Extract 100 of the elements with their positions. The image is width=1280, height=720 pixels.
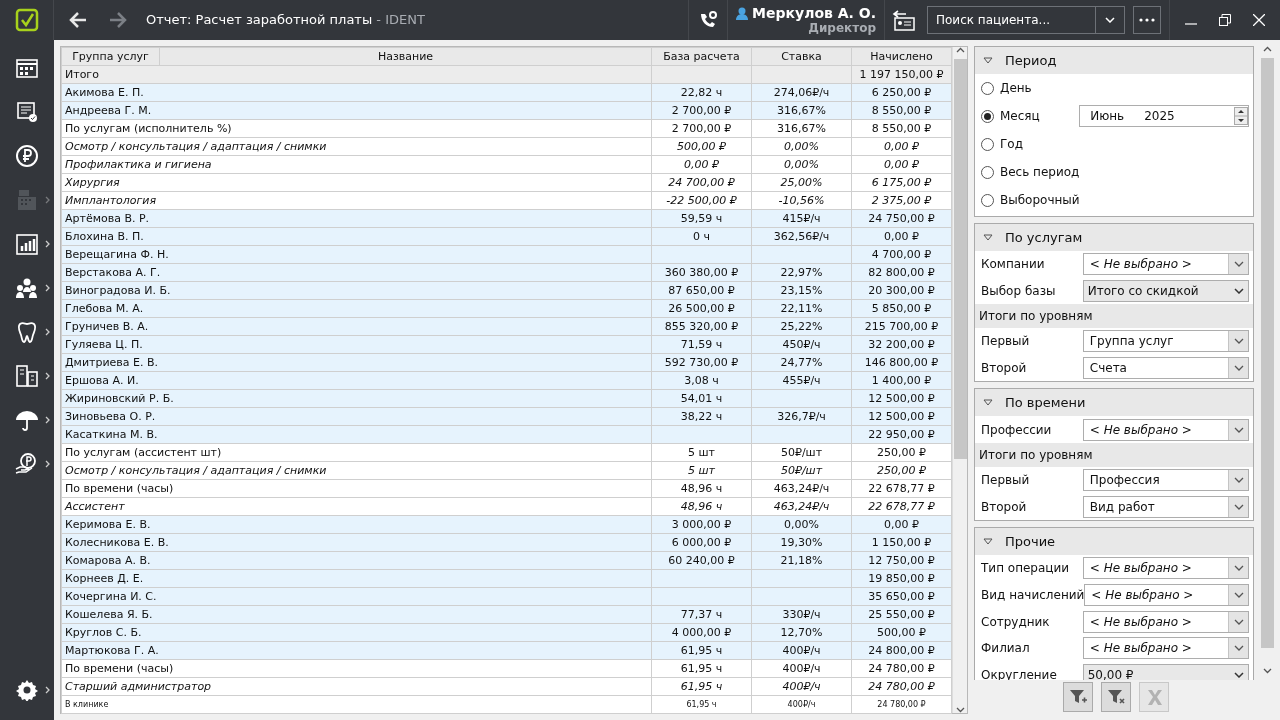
user-icon <box>736 6 749 20</box>
dropdown[interactable]: 50,00 ₽ <box>1082 663 1250 680</box>
settings-icon <box>16 679 38 701</box>
field-label: Второй <box>981 360 1028 378</box>
dropdown[interactable]: < Не выбрано > <box>1082 610 1250 633</box>
dropdown[interactable]: Вид работ <box>1082 495 1250 518</box>
chevron-down-icon <box>1233 365 1244 372</box>
logo-icon <box>14 8 39 32</box>
column-header[interactable]: Начислено <box>851 47 952 66</box>
column-header[interactable]: Ставка <box>751 47 852 66</box>
section-header[interactable]: По времени <box>975 389 1254 417</box>
clear-filter-button[interactable] <box>1101 682 1131 712</box>
field-label: Второй <box>981 498 1028 516</box>
filter-plus-icon <box>1068 688 1088 706</box>
scrollbar-thumb[interactable] <box>1260 58 1274 648</box>
triangle-icon <box>983 57 993 64</box>
umbrella-icon <box>15 408 39 432</box>
column-header[interactable]: Название <box>159 47 652 66</box>
triangle-icon <box>983 399 993 407</box>
bar-chart-icon <box>15 232 39 256</box>
radio-option[interactable]: Месяц <box>981 107 1040 125</box>
chevron-icon <box>45 328 50 336</box>
field-label: Вид начислений <box>981 587 1085 605</box>
chevron-down-icon <box>1233 503 1244 510</box>
chevron-icon <box>45 460 50 468</box>
user-role: Директор <box>808 21 876 35</box>
month-spinner[interactable]: Июнь 2025 <box>1079 105 1250 127</box>
scroll-down-icon[interactable] <box>1262 668 1272 674</box>
restore-icon <box>1219 14 1231 26</box>
ruble-coin-icon <box>15 144 39 168</box>
dropdown[interactable]: < Не выбрано > <box>1082 253 1250 276</box>
radio-option[interactable]: Выборочный <box>981 191 1080 209</box>
chevron-down-icon <box>1233 261 1244 268</box>
scroll-up-icon[interactable] <box>955 47 965 53</box>
column-header[interactable]: База расчета <box>651 47 752 66</box>
chevron-icon <box>45 284 50 292</box>
dropdown[interactable]: Профессия <box>1082 469 1250 492</box>
chevron-down-icon <box>1233 426 1244 433</box>
more-icon <box>1139 18 1155 22</box>
arrow-right-icon <box>108 10 128 30</box>
id-card-icon <box>892 9 916 31</box>
chevron-down-icon <box>1233 338 1244 345</box>
cash-register-icon <box>15 188 39 212</box>
field-label: Профессии <box>981 421 1053 439</box>
field-label: Тип операции <box>981 560 1071 578</box>
section-header[interactable]: Период <box>975 47 1254 74</box>
radio-option[interactable]: Весь период <box>981 163 1080 181</box>
dropdown[interactable]: < Не выбрано > <box>1082 557 1250 580</box>
chevron-down-icon <box>1105 17 1115 23</box>
filter-x-icon <box>1106 688 1126 706</box>
triangle-icon <box>983 234 993 241</box>
chevron-down-icon <box>1234 287 1245 294</box>
patient-search-field[interactable]: Поиск пациента... <box>927 6 1095 34</box>
tooth-icon <box>15 320 39 344</box>
dropdown[interactable]: < Не выбрано > <box>1082 637 1250 660</box>
chevron-icon <box>45 240 50 248</box>
chevron-icon <box>45 372 50 380</box>
chevron-down-icon <box>1233 645 1244 652</box>
spin-arrows-icon[interactable] <box>1234 107 1249 125</box>
section-header[interactable]: Прочие <box>975 528 1254 556</box>
scroll-down-icon[interactable] <box>955 707 965 713</box>
scrollbar-thumb[interactable] <box>953 59 967 459</box>
user-name: Меркулов А. О. <box>752 5 876 21</box>
chevron-icon <box>45 416 50 424</box>
close-icon <box>1253 14 1265 26</box>
chevron-down-icon <box>1233 565 1244 572</box>
radio-option[interactable]: День <box>981 79 1032 97</box>
field-label: Первый <box>981 333 1031 351</box>
radio-option[interactable]: Год <box>981 135 1023 153</box>
app-name: - IDENT <box>376 12 425 28</box>
field-label: Выбор базы <box>981 282 1057 300</box>
chevron-down-icon <box>1233 592 1244 599</box>
dropdown[interactable]: < Не выбрано > <box>1082 418 1250 441</box>
chevron-down-icon <box>1233 477 1244 484</box>
subsection-label: Итоги по уровням <box>975 304 1254 329</box>
field-label: Филиал <box>981 640 1031 658</box>
apply-filter-button[interactable] <box>1063 682 1093 712</box>
chevron-icon <box>45 196 50 204</box>
dropdown[interactable]: Счета <box>1082 357 1250 380</box>
checklist-icon <box>15 100 39 124</box>
dropdown[interactable]: Группа услуг <box>1082 330 1250 353</box>
arrow-left-icon <box>68 10 88 30</box>
field-label: Компании <box>981 256 1046 274</box>
column-header[interactable]: Группа услуг <box>61 47 160 66</box>
dropdown[interactable]: < Не выбрано > <box>1084 584 1250 607</box>
chevron-down-icon <box>1234 671 1245 678</box>
people-icon <box>15 276 39 300</box>
ruble-hand-icon <box>15 452 39 476</box>
chevron-icon <box>45 686 50 694</box>
scroll-up-icon[interactable] <box>1262 46 1272 52</box>
chevron-down-icon <box>1233 618 1244 625</box>
field-label: Сотрудник <box>981 613 1051 631</box>
phone-gear-icon <box>698 10 719 30</box>
section-header[interactable]: По услугам <box>975 224 1254 251</box>
devices-icon <box>15 364 39 388</box>
dropdown[interactable]: Итого со скидкой <box>1082 279 1250 302</box>
search-dropdown-button[interactable] <box>1095 6 1125 34</box>
more-button[interactable] <box>1133 6 1161 34</box>
minimize-icon <box>1185 23 1197 25</box>
window-title: Отчет: Расчет заработной платы <box>146 12 373 28</box>
